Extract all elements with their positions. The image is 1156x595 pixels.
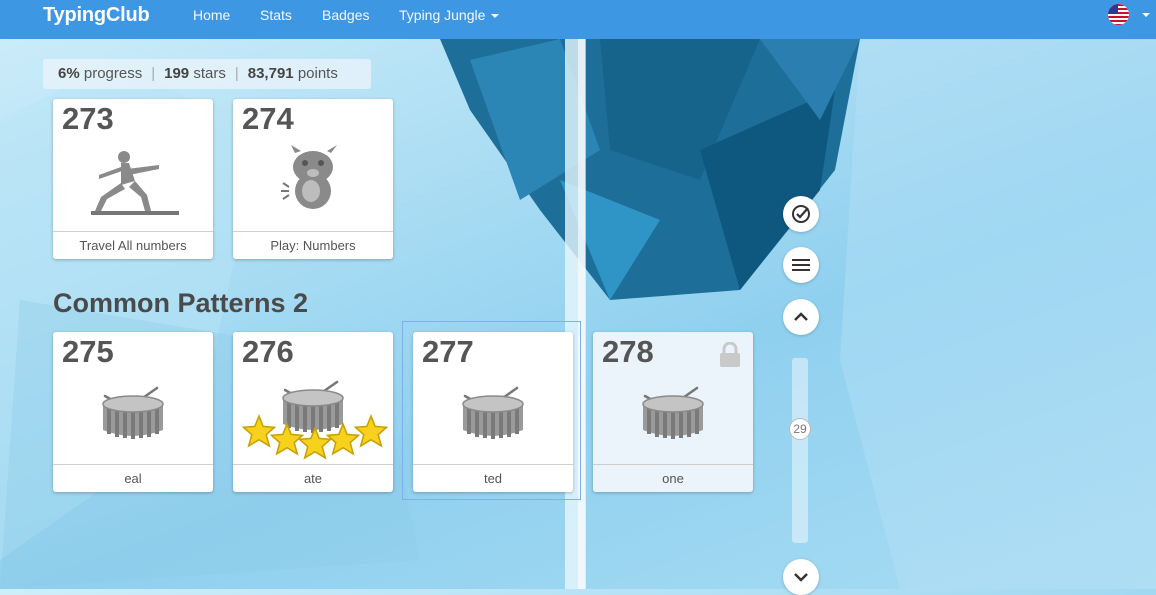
- nav-typing-jungle-dropdown[interactable]: Typing Jungle: [399, 7, 500, 23]
- lesson-number: 278: [602, 334, 654, 369]
- drum-icon: [102, 386, 164, 439]
- hamburger-menu-icon: [792, 259, 810, 271]
- top-nav: TypingClub Home Stats Badges Typing Jung…: [0, 0, 1156, 39]
- chevron-up-icon: [794, 312, 808, 321]
- star-icon: [353, 414, 389, 448]
- scroll-down-button[interactable]: [783, 559, 819, 595]
- scroll-up-button[interactable]: [783, 299, 819, 335]
- lesson-number: 276: [242, 334, 294, 369]
- lesson-card-275[interactable]: 275 eal: [53, 332, 213, 492]
- lesson-number: 274: [242, 101, 294, 136]
- lesson-number: 273: [62, 101, 114, 136]
- points-label: points: [297, 65, 338, 82]
- yoga-pose-icon: [91, 151, 179, 215]
- points-count: 83,791: [247, 65, 294, 82]
- progress-percent: 6%: [58, 65, 80, 82]
- lesson-label: Travel All numbers: [53, 231, 213, 259]
- drum-icon: [642, 386, 704, 439]
- nav-home-link[interactable]: Home: [193, 7, 230, 23]
- monster-icon: [281, 145, 337, 209]
- chevron-down-icon: [491, 14, 500, 19]
- lesson-label: Play: Numbers: [233, 231, 393, 259]
- lesson-card-276[interactable]: 276 ate: [233, 332, 393, 492]
- lesson-card-278[interactable]: 278 one: [593, 332, 753, 492]
- level-indicator[interactable]: 29: [789, 418, 811, 440]
- lesson-number: 277: [422, 334, 474, 369]
- menu-button[interactable]: [783, 247, 819, 283]
- section-title: Common Patterns 2: [53, 288, 309, 318]
- brand-logo[interactable]: TypingClub: [43, 4, 150, 27]
- lesson-card-277[interactable]: 277 ted: [413, 332, 573, 492]
- us-flag-icon[interactable]: [1108, 4, 1129, 25]
- star-rating: [241, 412, 391, 460]
- drum-icon: [462, 386, 524, 439]
- lesson-card-273[interactable]: 273 Travel All numbers: [53, 99, 213, 259]
- level-scroll-track[interactable]: [792, 358, 808, 543]
- lesson-card-274[interactable]: 274 Play: Numbers: [233, 99, 393, 259]
- check-progress-button[interactable]: [783, 196, 819, 232]
- lesson-label: one: [593, 464, 753, 492]
- lesson-number: 275: [62, 334, 114, 369]
- lesson-label: eal: [53, 464, 213, 492]
- lesson-label: ate: [233, 464, 393, 492]
- typing-jungle-label: Typing Jungle: [399, 7, 486, 23]
- progress-summary: 6% progress | 199 stars | 83,791 points: [43, 59, 371, 89]
- stars-label: stars: [193, 65, 226, 82]
- stars-count: 199: [164, 65, 190, 82]
- check-circle-icon: [792, 205, 810, 223]
- language-chevron-icon[interactable]: [1142, 13, 1150, 17]
- lesson-label: ted: [413, 464, 573, 492]
- nav-badges-link[interactable]: Badges: [322, 7, 369, 23]
- chevron-down-icon: [794, 573, 808, 582]
- progress-label: progress: [83, 65, 143, 82]
- lock-icon: [720, 342, 740, 367]
- nav-stats-link[interactable]: Stats: [260, 7, 292, 23]
